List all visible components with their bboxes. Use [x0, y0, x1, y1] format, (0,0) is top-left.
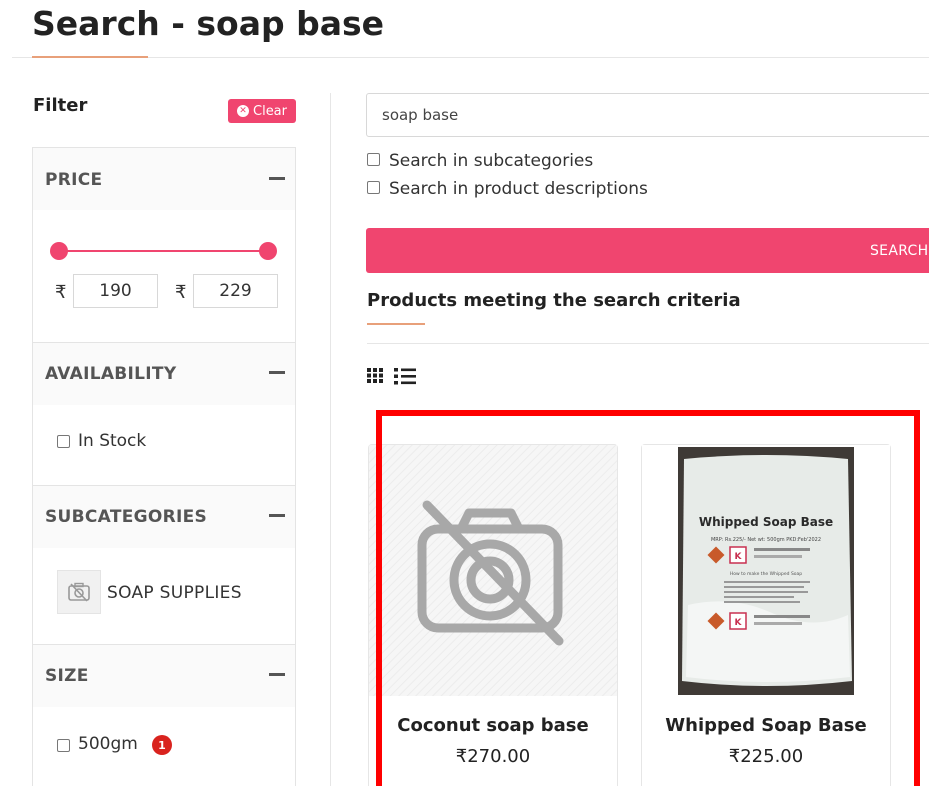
in-stock-label[interactable]: In Stock: [78, 431, 146, 451]
size-500gm-checkbox[interactable]: [57, 739, 70, 752]
search-subcategories-label[interactable]: Search in subcategories: [389, 151, 593, 171]
collapse-price-icon[interactable]: [269, 177, 285, 180]
results-heading: Products meeting the search criteria: [367, 290, 741, 311]
price-section-title: PRICE: [45, 170, 103, 190]
collapse-size-icon[interactable]: [269, 673, 285, 676]
subcategory-link-soap-supplies[interactable]: SOAP SUPPLIES: [107, 583, 242, 603]
search-input[interactable]: [366, 93, 929, 137]
price-max-input[interactable]: [193, 274, 278, 308]
size-section-title: SIZE: [45, 666, 89, 686]
results-underline: [367, 323, 425, 325]
currency-symbol-min: ₹: [55, 282, 67, 303]
subcategories-section-title: SUBCATEGORIES: [45, 507, 208, 527]
availability-section-title: AVAILABILITY: [45, 364, 177, 384]
price-slider-max-handle[interactable]: [259, 242, 277, 260]
search-button[interactable]: SEARCH: [366, 228, 929, 273]
clear-button-label: Clear: [253, 103, 287, 119]
in-stock-checkbox[interactable]: [57, 435, 70, 448]
page-title: Search - soap base: [32, 4, 385, 43]
filter-panel: PRICE ₹ ₹ AVAILABILITY In Stock SUBCATEG…: [32, 147, 296, 786]
size-count-badge: 1: [152, 735, 172, 755]
results-highlight-frame: [376, 410, 920, 786]
no-image-icon: [68, 582, 90, 602]
x-circle-icon: ✕: [237, 105, 249, 117]
column-divider: [330, 93, 331, 786]
size-section-header[interactable]: SIZE: [33, 645, 295, 707]
filter-heading: Filter: [33, 95, 88, 116]
price-section-header[interactable]: PRICE: [33, 148, 295, 210]
search-descriptions-label[interactable]: Search in product descriptions: [389, 179, 648, 199]
subcategories-section-header[interactable]: SUBCATEGORIES: [33, 486, 295, 548]
search-subcategories-checkbox[interactable]: [367, 153, 380, 166]
availability-section-header[interactable]: AVAILABILITY: [33, 343, 295, 405]
title-divider: [12, 57, 929, 58]
results-divider: [367, 343, 929, 344]
price-min-input[interactable]: [73, 274, 158, 308]
title-underline: [32, 56, 148, 58]
size-500gm-label[interactable]: 500gm: [78, 734, 138, 754]
search-descriptions-checkbox[interactable]: [367, 181, 380, 194]
currency-symbol-max: ₹: [175, 282, 187, 303]
clear-filters-button[interactable]: ✕ Clear: [228, 99, 296, 123]
grid-view-icon[interactable]: [366, 366, 384, 388]
collapse-availability-icon[interactable]: [269, 371, 285, 374]
collapse-subcategories-icon[interactable]: [269, 514, 285, 517]
price-slider-track[interactable]: [59, 250, 267, 252]
subcategory-thumbnail[interactable]: [57, 570, 101, 614]
price-slider-min-handle[interactable]: [50, 242, 68, 260]
list-view-icon[interactable]: [393, 366, 417, 390]
